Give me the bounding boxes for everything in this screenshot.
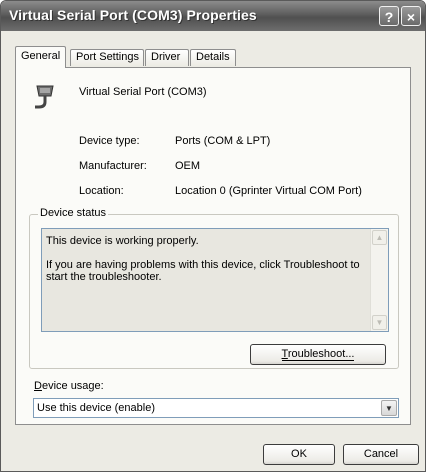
tab-port-settings[interactable]: Port Settings [70, 49, 144, 66]
serial-port-icon [35, 85, 54, 109]
tab-details[interactable]: Details [190, 49, 236, 66]
location-value: Location 0 (Gprinter Virtual COM Port) [175, 185, 362, 197]
device-status-label: Device status [38, 207, 109, 219]
scroll-down-icon[interactable]: ▼ [372, 315, 387, 330]
cancel-button[interactable]: Cancel [343, 444, 419, 465]
ok-button[interactable]: OK [263, 444, 335, 465]
device-usage-value: Use this device (enable) [37, 402, 156, 414]
tab-driver[interactable]: Driver [145, 49, 189, 66]
device-name: Virtual Serial Port (COM3) [79, 86, 207, 98]
device-usage-label: Device usage: [34, 380, 104, 392]
device-type-value: Ports (COM & LPT) [175, 135, 271, 147]
title-bar[interactable]: Virtual Serial Port (COM3) Properties ? … [1, 1, 425, 31]
location-label: Location: [79, 185, 124, 197]
troubleshoot-label: roubleshoot... [287, 348, 355, 360]
scroll-up-icon[interactable]: ▲ [372, 230, 387, 245]
device-status-textbox[interactable]: This device is working properly. If you … [41, 228, 389, 332]
window-title: Virtual Serial Port (COM3) Properties [9, 7, 257, 23]
chevron-down-icon[interactable]: ▼ [381, 400, 397, 416]
manufacturer-value: OEM [175, 160, 201, 172]
troubleshoot-button[interactable]: Troubleshoot... [250, 344, 386, 365]
help-button[interactable]: ? [379, 6, 399, 26]
tab-general[interactable]: General [15, 46, 66, 68]
close-button[interactable]: × [401, 6, 421, 26]
device-usage-accelerator: D [34, 380, 42, 392]
device-type-label: Device type: [79, 135, 140, 147]
status-scrollbar[interactable]: ▲ ▼ [370, 229, 388, 331]
device-status-text: This device is working properly. If you … [46, 235, 360, 283]
device-usage-select[interactable]: Use this device (enable) ▼ [33, 398, 399, 418]
manufacturer-label: Manufacturer: [79, 160, 147, 172]
properties-dialog: Virtual Serial Port (COM3) Properties ? … [0, 0, 426, 472]
device-usage-label-text: evice usage: [41, 380, 104, 392]
